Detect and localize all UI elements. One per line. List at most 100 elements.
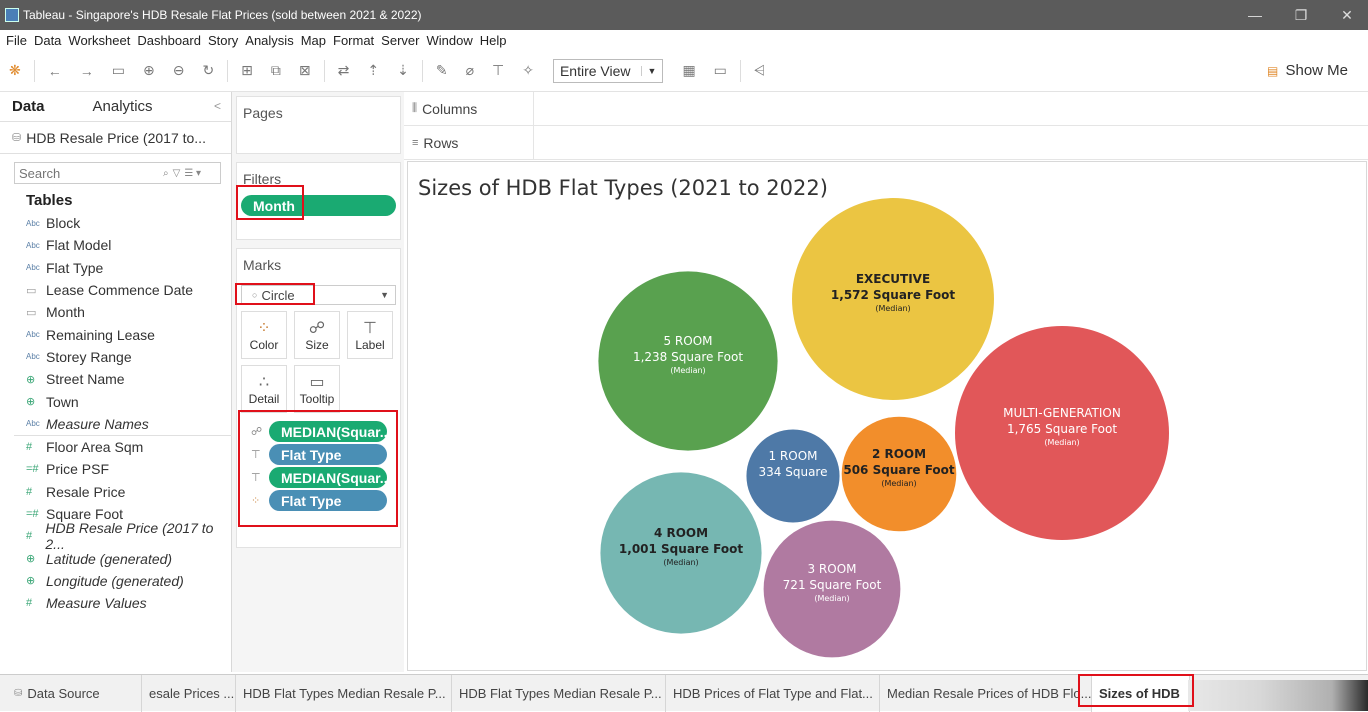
redo-icon[interactable]: → <box>80 63 94 79</box>
presentation-mode-icon[interactable]: ▭ <box>714 62 727 79</box>
fit-dropdown[interactable]: Entire View ▼ <box>552 58 664 83</box>
rows-shelf[interactable]: ≡ Rows <box>404 126 1368 160</box>
field-item[interactable]: Abc Remaining Lease <box>0 323 231 345</box>
field-type-icon: # <box>26 597 33 610</box>
bubble-4-room[interactable]: 4 ROOM 1,001 Square Foot (Median) <box>600 472 762 634</box>
tab-analytics[interactable]: Analytics <box>81 98 165 115</box>
search-icon[interactable]: ⌕ <box>163 168 169 179</box>
menu-window[interactable]: Window <box>426 33 472 48</box>
share-icon[interactable]: ⩤ <box>754 62 765 79</box>
menu-dashboard[interactable]: Dashboard <box>137 33 201 48</box>
sort-ascending-icon[interactable]: ⇡ <box>367 62 379 79</box>
fix-axes-icon[interactable]: ✧ <box>522 62 534 79</box>
show-mark-labels-icon[interactable]: ⊤ <box>492 62 504 79</box>
detail-button[interactable]: ∴ Detail <box>241 365 287 413</box>
collapse-pane-icon[interactable]: < <box>214 99 221 113</box>
sheet-tab[interactable]: HDB Flat Types Median Resale P... <box>452 674 666 712</box>
minimize-button[interactable]: — <box>1232 0 1278 30</box>
group-members-icon[interactable]: ⌀ <box>466 62 474 79</box>
menu-format[interactable]: Format <box>333 33 374 48</box>
field-item[interactable]: # HDB Resale Price (2017 to 2... <box>0 520 231 552</box>
label-button[interactable]: ⊤ Label <box>347 311 393 359</box>
clear-sheet-icon[interactable]: ⊠ <box>299 62 311 79</box>
menu-analysis[interactable]: Analysis <box>245 33 293 48</box>
filters-title: Filters <box>243 171 282 187</box>
field-item[interactable]: ⊕ Town <box>0 390 231 412</box>
view-options-icon[interactable]: ☰ ▾ <box>184 168 201 179</box>
bubble-3-room[interactable]: 3 ROOM 721 Square Foot (Median) <box>763 520 901 658</box>
field-type-icon: ▭ <box>26 306 37 319</box>
duplicate-sheet-icon[interactable]: ⧉ <box>271 62 281 79</box>
field-item[interactable]: ⊕ Street Name <box>0 368 231 390</box>
bubble-5-room[interactable]: 5 ROOM 1,238 Square Foot (Median) <box>598 271 778 451</box>
bubble-1-room[interactable]: 1 ROOM 334 Square <box>746 429 840 523</box>
field-type-icon: Abc <box>26 218 40 228</box>
swap-rows-columns-icon[interactable]: ⇄ <box>338 62 350 79</box>
tableau-app-icon <box>5 8 19 22</box>
show-cards-icon[interactable]: ▦ <box>682 62 695 79</box>
save-icon[interactable]: ▭ <box>112 62 125 79</box>
maximize-button[interactable]: ❐ <box>1278 0 1324 30</box>
search-field[interactable]: ⌕ ▽ ☰ ▾ <box>14 162 221 184</box>
bubble-category-label: MULTI-GENERATION <box>1003 406 1121 420</box>
viz-canvas[interactable]: Sizes of HDB Flat Types (2021 to 2022) E… <box>407 161 1367 671</box>
datasource-item[interactable]: ⛁ HDB Resale Price (2017 to... <box>0 122 231 154</box>
field-item[interactable]: Abc Storey Range <box>0 346 231 368</box>
sheet-tab[interactable]: HDB Flat Types Median Resale P... <box>236 674 452 712</box>
data-pane: Data Analytics < ⛁ HDB Resale Price (201… <box>0 92 232 672</box>
pause-updates-icon[interactable]: ⊖ <box>173 62 185 79</box>
bubble-value-label: 334 Square <box>759 465 828 479</box>
tab-data-source[interactable]: ⛁ Data Source <box>0 674 142 712</box>
close-button[interactable]: ✕ <box>1324 0 1368 30</box>
field-type-icon: ▭ <box>26 284 37 297</box>
sheet-tab[interactable]: Median Resale Prices of HDB Flo... <box>880 674 1092 712</box>
field-item[interactable]: # Measure Values <box>0 592 231 614</box>
toolbar-divider <box>33 59 35 82</box>
sort-descending-icon[interactable]: ⇣ <box>397 62 409 79</box>
field-name: Price PSF <box>46 461 110 478</box>
tab-data[interactable]: Data <box>0 98 57 115</box>
field-item[interactable]: ▭ Lease Commence Date <box>0 279 231 301</box>
tableau-logo-icon[interactable]: ❋ <box>9 62 21 79</box>
color-label: Color <box>249 338 279 352</box>
color-button[interactable]: ⁘ Color <box>241 311 287 359</box>
highlight-icon[interactable]: ✎ <box>436 62 448 79</box>
bubble-value-label: 1,001 Square Foot <box>619 542 743 556</box>
bubble-executive[interactable]: EXECUTIVE 1,572 Square Foot (Median) <box>792 198 994 400</box>
tooltip-button[interactable]: ▭ Tooltip <box>294 365 340 413</box>
tables-heading: Tables <box>26 192 73 209</box>
field-item[interactable]: Abc Flat Model <box>0 234 231 256</box>
menu-story[interactable]: Story <box>208 33 238 48</box>
sheet-tab[interactable]: esale Prices ... <box>142 674 236 712</box>
bubble-multi-generation[interactable]: MULTI-GENERATION 1,765 Square Foot (Median… <box>955 326 1169 540</box>
menu-help[interactable]: Help <box>480 33 507 48</box>
menu-server[interactable]: Server <box>381 33 419 48</box>
field-item[interactable]: ⊕ Longitude (generated) <box>0 570 231 592</box>
field-type-icon: # <box>26 441 33 454</box>
new-datasource-icon[interactable]: ⊕ <box>143 62 155 79</box>
undo-icon[interactable]: ← <box>48 63 62 79</box>
field-item[interactable]: Abc Flat Type <box>0 257 231 279</box>
bubble-2-room[interactable]: 2 ROOM 506 Square Foot (Median) <box>841 416 957 532</box>
pages-card[interactable]: Pages <box>236 96 401 154</box>
filter-icon[interactable]: ▽ <box>173 168 181 179</box>
annotation-box <box>1078 674 1194 707</box>
field-item[interactable]: # Floor Area Sqm <box>0 436 231 458</box>
new-worksheet-icon[interactable]: ⊞ <box>241 62 253 79</box>
menu-worksheet[interactable]: Worksheet <box>68 33 130 48</box>
field-item[interactable]: Abc Measure Names <box>0 413 231 435</box>
size-button[interactable]: ☍ Size <box>294 311 340 359</box>
field-item[interactable]: =# Price PSF <box>0 458 231 480</box>
field-item[interactable]: # Resale Price <box>0 481 231 503</box>
search-input[interactable] <box>19 165 159 181</box>
show-me-button[interactable]: ▤ Show Me <box>1267 62 1348 79</box>
columns-shelf[interactable]: ⫼ Columns <box>404 92 1368 126</box>
run-update-icon[interactable]: ↻ <box>202 62 214 79</box>
menu-map[interactable]: Map <box>301 33 326 48</box>
field-item[interactable]: ▭ Month <box>0 301 231 323</box>
menu-file[interactable]: File <box>6 33 27 48</box>
field-item[interactable]: Abc Block <box>0 212 231 234</box>
sheet-tab[interactable]: HDB Prices of Flat Type and Flat... <box>666 674 880 712</box>
menu-data[interactable]: Data <box>34 33 61 48</box>
field-type-icon: Abc <box>26 263 40 273</box>
